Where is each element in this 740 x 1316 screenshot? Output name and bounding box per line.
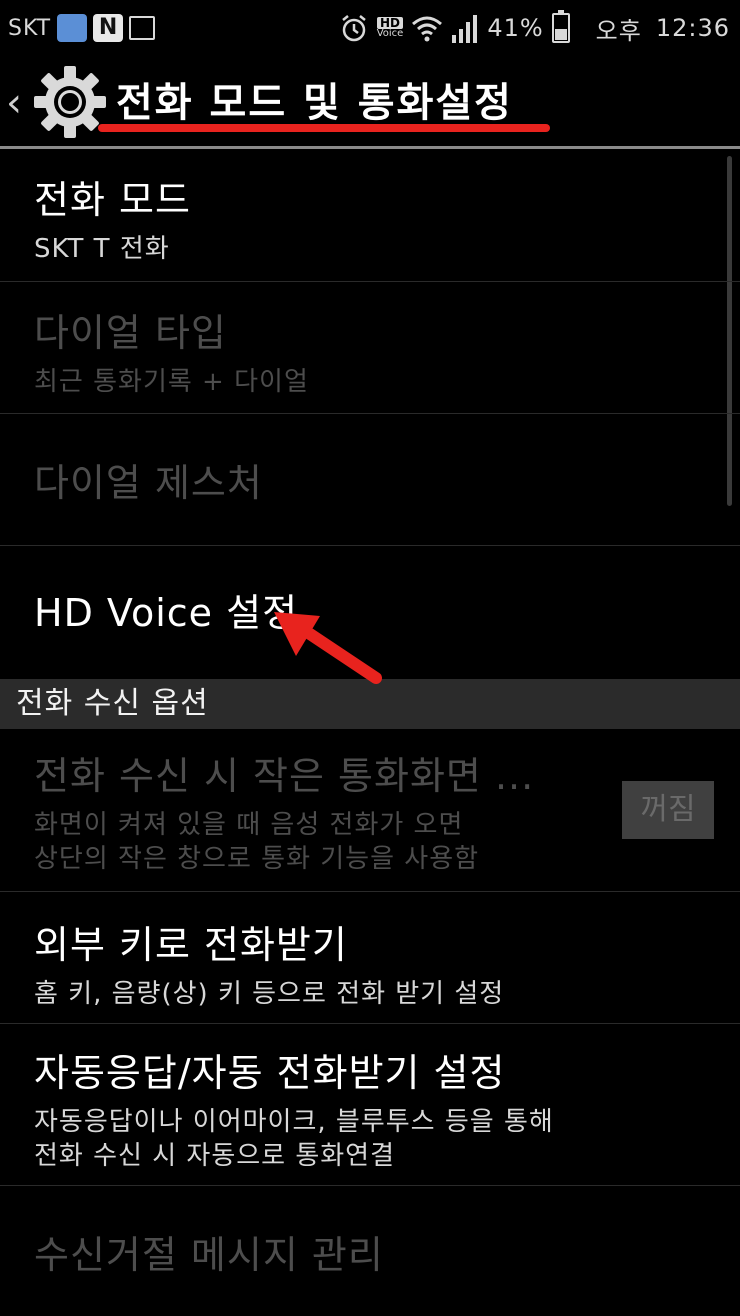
status-bar: SKT N HD Voice 41% 오후 12:36 (0, 0, 740, 56)
setting-title: 외부 키로 전화받기 (34, 923, 348, 967)
setting-call-mode[interactable]: 전화 모드 SKT T 전화 (0, 149, 740, 282)
setting-dial-gesture[interactable]: 다이얼 제스처 (0, 414, 740, 546)
setting-subtitle-line1: 자동응답이나 이어마이크, 블루투스 등을 통해 (34, 1107, 554, 1137)
cloud-sync-icon (57, 14, 88, 42)
alarm-clock-icon (341, 15, 366, 42)
carrier-label: SKT (8, 15, 52, 41)
setting-title: 수신거절 메시지 관리 (34, 1233, 384, 1277)
settings-gear-icon[interactable] (32, 64, 108, 140)
battery-percent: 41% (487, 14, 544, 42)
signal-strength-icon (452, 15, 478, 43)
clock-time: 12:36 (655, 14, 730, 42)
annotation-arrow-icon (274, 612, 382, 684)
setting-subtitle: 홈 키, 음량(상) 키 등으로 전화 받기 설정 (34, 979, 505, 1009)
setting-subtitle-line2: 전화 수신 시 자동으로 통화연결 (34, 1141, 396, 1171)
setting-reject-messages[interactable]: 수신거절 메시지 관리 (0, 1186, 740, 1316)
setting-small-call-screen[interactable]: 전화 수신 시 작은 통화화면 ... 화면이 켜져 있을 때 음성 전화가 오… (0, 729, 740, 892)
setting-title: 전화 모드 (34, 178, 191, 222)
status-bar-left: SKT N (8, 10, 156, 46)
time-period: 오후 (595, 16, 642, 45)
hd-voice-bottom-label: Voice (376, 28, 404, 39)
status-bar-right: HD Voice 41% 오후 12:36 (339, 10, 730, 46)
battery-icon (551, 10, 570, 43)
action-bar: ‹ 전화 모드 및 통화설정 (0, 56, 740, 148)
setting-dial-type[interactable]: 다이얼 타입 최근 통화기록 + 다이얼 (0, 282, 740, 414)
image-notification-icon (129, 16, 156, 40)
setting-title: 다이얼 타입 (34, 311, 227, 355)
battery-level-fill (554, 29, 567, 40)
hd-voice-icon: HD Voice (376, 17, 404, 39)
title-annotation-underline (98, 124, 550, 132)
setting-auto-answer[interactable]: 자동응답/자동 전화받기 설정 자동응답이나 이어마이크, 블루투스 등을 통해… (0, 1024, 740, 1186)
page-title: 전화 모드 및 통화설정 (116, 80, 513, 126)
n-app-icon: N (93, 14, 124, 42)
setting-answer-with-keys[interactable]: 외부 키로 전화받기 홈 키, 음량(상) 키 등으로 전화 받기 설정 (0, 892, 740, 1024)
setting-subtitle-line2: 상단의 작은 창으로 통화 기능을 사용함 (34, 844, 480, 874)
back-chevron-icon[interactable]: ‹ (6, 80, 22, 126)
setting-title: 자동응답/자동 전화받기 설정 (34, 1051, 506, 1095)
wifi-icon (412, 16, 443, 42)
setting-subtitle: SKT T 전화 (34, 234, 170, 264)
setting-subtitle: 최근 통화기록 + 다이얼 (34, 367, 309, 397)
toggle-small-call-screen[interactable]: 꺼짐 (622, 781, 714, 839)
setting-title: 다이얼 제스처 (34, 461, 263, 505)
